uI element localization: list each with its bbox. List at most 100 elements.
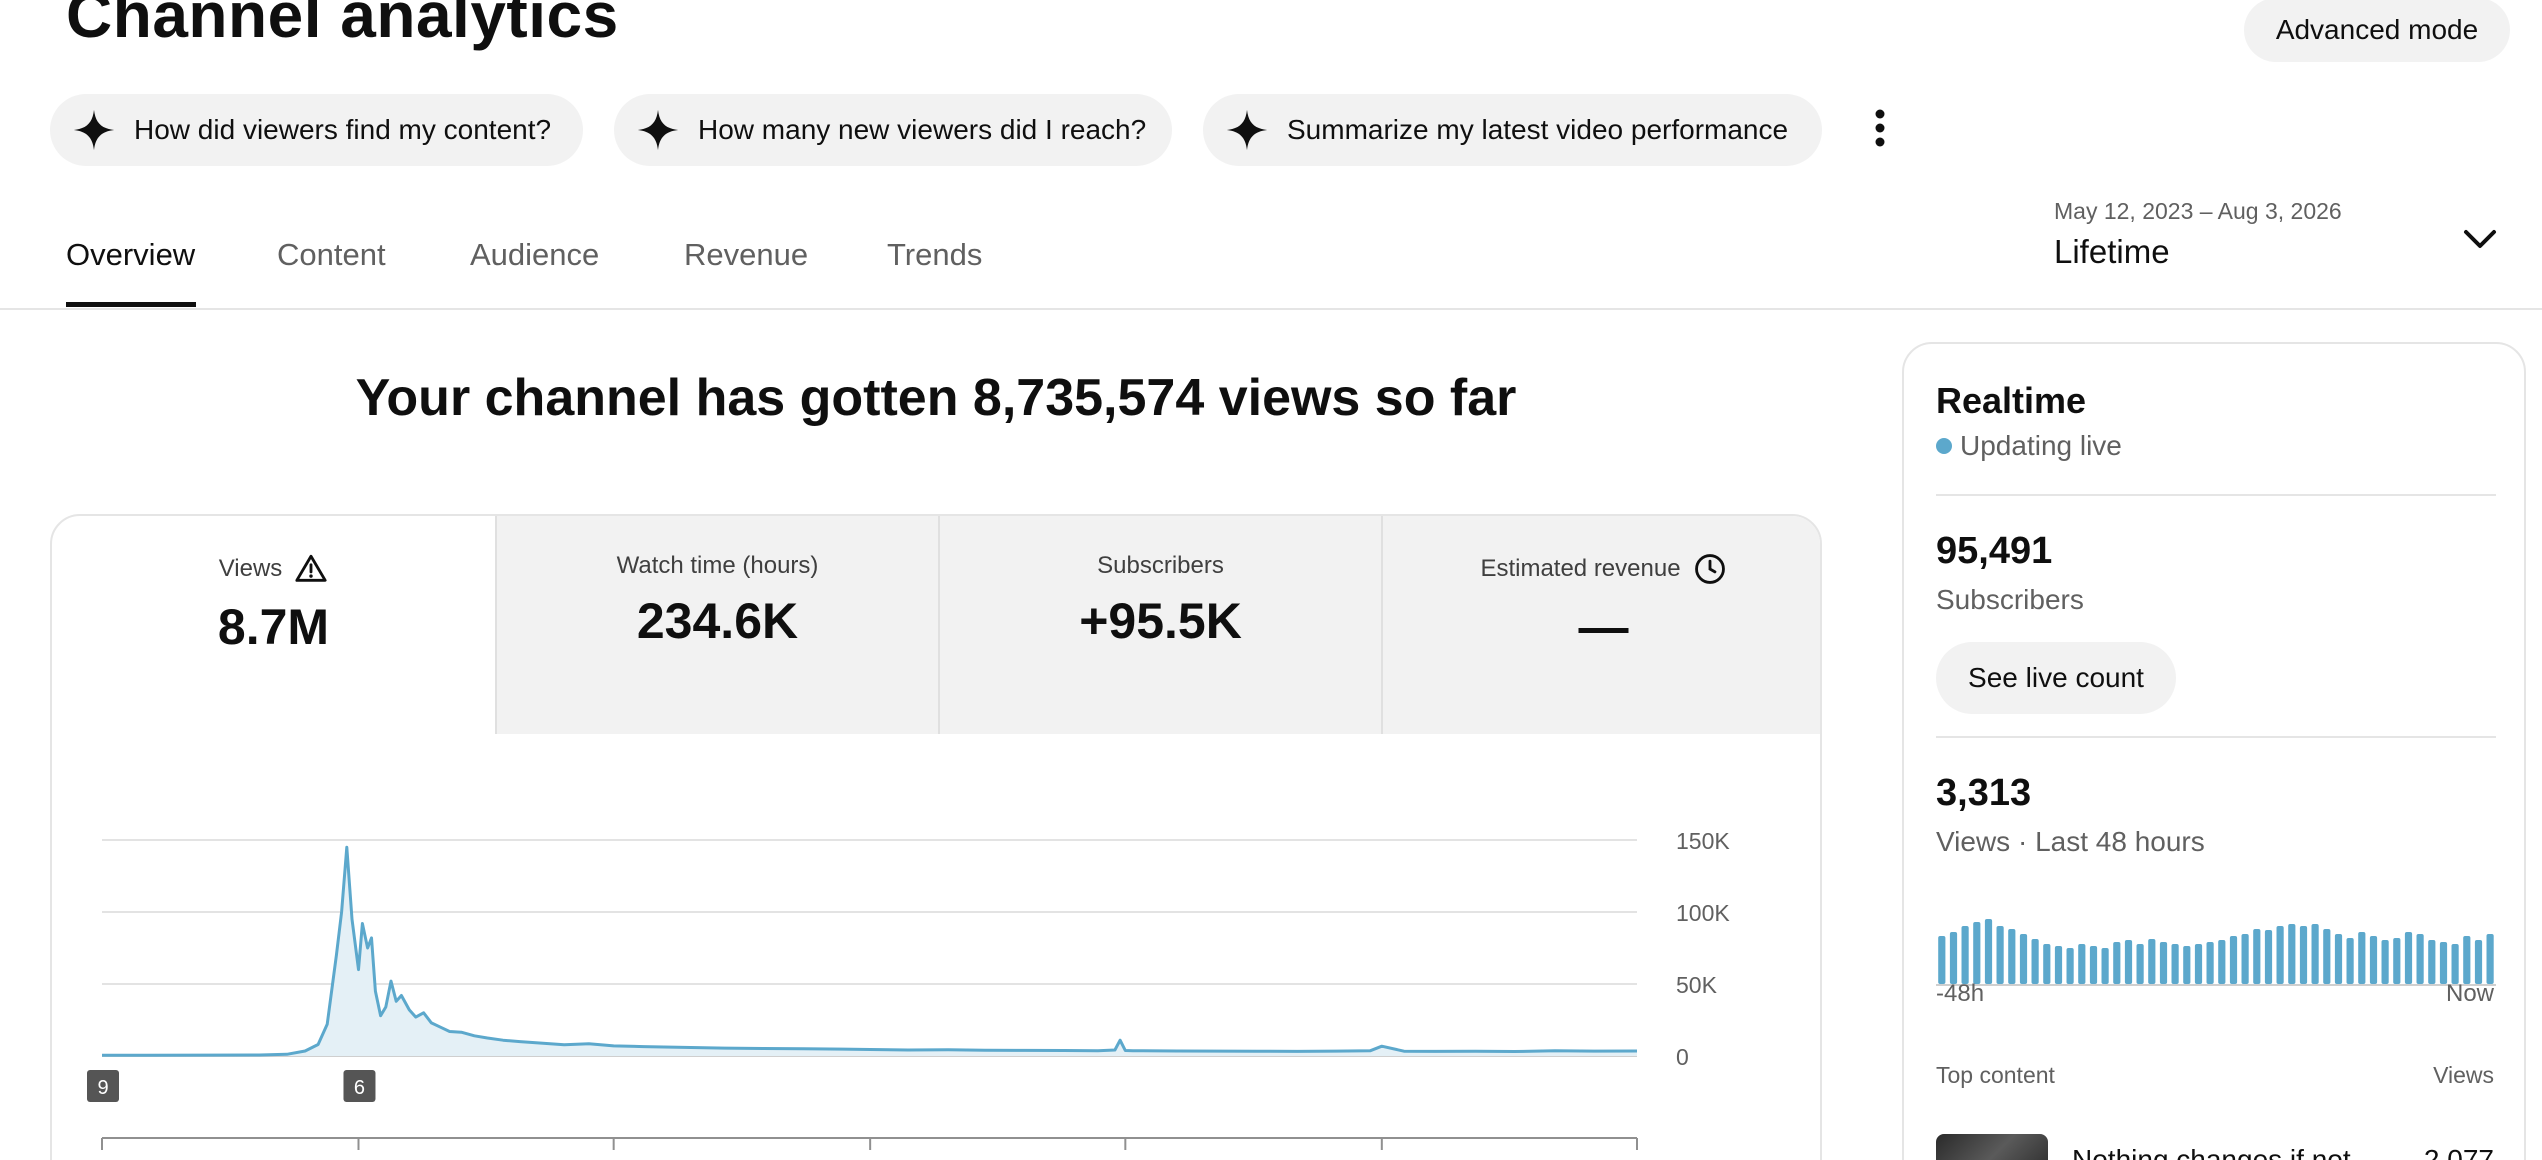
realtime-bar[interactable] [2276, 926, 2284, 984]
more-options-button[interactable] [1862, 100, 1898, 156]
top-content-views-label: Views [2433, 1062, 2494, 1088]
realtime-bar[interactable] [2288, 924, 2296, 984]
realtime-bar[interactable] [2229, 936, 2238, 984]
realtime-bar[interactable] [2101, 948, 2109, 984]
metric-tab-revenue[interactable]: Estimated revenue — [1381, 516, 1820, 734]
realtime-status: Updating live [1936, 430, 2122, 462]
realtime-axis-start: -48h [1936, 980, 1985, 1007]
video-thumbnail[interactable] [1936, 1134, 2048, 1160]
realtime-bar[interactable] [2416, 934, 2424, 984]
realtime-bar[interactable] [2148, 939, 2156, 984]
realtime-bar[interactable] [2159, 942, 2168, 984]
date-range-dates: May 12, 2023 – Aug 3, 2026 [2054, 198, 2342, 224]
chip-label: Summarize my latest video performance [1287, 114, 1789, 145]
annotation-marker[interactable]: 6 [343, 1070, 376, 1102]
realtime-status-label: Updating live [1960, 430, 2122, 461]
realtime-bar[interactable] [2474, 940, 2483, 984]
realtime-bar[interactable] [2439, 942, 2448, 984]
realtime-bar[interactable] [2299, 926, 2308, 984]
tab-revenue[interactable]: Revenue [684, 237, 808, 273]
metric-tab-views[interactable]: Views 8.7M [52, 516, 495, 734]
realtime-bar[interactable] [2451, 944, 2459, 984]
metric-value: +95.5K [1079, 593, 1242, 649]
sparkle-icon [1226, 109, 1268, 151]
realtime-bar[interactable] [2218, 940, 2226, 984]
views-chart-svg: 050K100K150KMay 12, …Nov 25, 2023Jun 8, … [87, 828, 1730, 1160]
realtime-bar[interactable] [2486, 934, 2494, 984]
realtime-bar[interactable] [1949, 932, 1958, 984]
sparkle-icon [637, 109, 679, 151]
realtime-bar[interactable] [2171, 944, 2179, 984]
top-video-views: 2,077 [2423, 1144, 2494, 1160]
y-tick-label: 0 [1676, 1044, 1689, 1070]
advanced-mode-button[interactable]: Advanced mode [2244, 0, 2510, 62]
realtime-bar[interactable] [2463, 936, 2471, 984]
divider [1936, 494, 2496, 496]
realtime-bar[interactable] [2241, 934, 2249, 984]
realtime-bar[interactable] [1984, 919, 1993, 984]
realtime-panel: Realtime Updating live 95,491 Subscriber… [1902, 342, 2526, 1160]
tab-overview[interactable]: Overview [66, 237, 195, 273]
realtime-bar[interactable] [2183, 946, 2191, 984]
sparkle-icon [73, 109, 115, 151]
metric-tab-subscribers[interactable]: Subscribers +95.5K [938, 516, 1381, 734]
suggestion-chip[interactable]: How many new viewers did I reach? [614, 94, 1172, 166]
realtime-bar[interactable] [2008, 929, 2016, 984]
annotation-label: 9 [97, 1077, 108, 1099]
realtime-bar[interactable] [2334, 934, 2343, 984]
realtime-bar[interactable] [2253, 929, 2261, 984]
y-tick-label: 50K [1676, 972, 1718, 998]
tab-content[interactable]: Content [277, 237, 386, 273]
realtime-bar[interactable] [2066, 948, 2074, 984]
realtime-bar[interactable] [2019, 934, 2028, 984]
chevron-down-icon[interactable] [2462, 226, 2498, 252]
realtime-bar[interactable] [2194, 944, 2203, 984]
realtime-bar[interactable] [2124, 940, 2133, 984]
live-dot-icon [1936, 438, 1952, 454]
realtime-bar[interactable] [2043, 944, 2051, 984]
realtime-bar[interactable] [2381, 940, 2389, 984]
realtime-bar-chart [1936, 919, 2496, 986]
realtime-bar[interactable] [2369, 936, 2378, 984]
realtime-bar[interactable] [2206, 942, 2214, 984]
realtime-bar[interactable] [2323, 929, 2331, 984]
realtime-subscribers-label: Subscribers [1936, 584, 2084, 615]
realtime-bar[interactable] [1961, 926, 1969, 984]
warning-icon[interactable] [294, 552, 328, 586]
realtime-bar[interactable] [2393, 938, 2401, 984]
active-tab-indicator [66, 302, 196, 307]
suggestion-chip[interactable]: How did viewers find my content? [50, 94, 583, 166]
more-vert-icon [1875, 109, 1885, 147]
realtime-bar[interactable] [2311, 924, 2319, 984]
page-title: Channel analytics [66, 0, 619, 51]
views-headline: Your channel has gotten 8,735,574 views … [355, 369, 1517, 427]
realtime-bar[interactable] [2264, 930, 2273, 984]
realtime-bar[interactable] [1973, 922, 1981, 984]
realtime-axis-end: Now [2445, 980, 2494, 1007]
realtime-bar[interactable] [1938, 936, 1946, 984]
realtime-bar[interactable] [2358, 932, 2366, 984]
realtime-bar[interactable] [2136, 944, 2144, 984]
top-content-label: Top content [1936, 1062, 2055, 1088]
realtime-bar[interactable] [2346, 938, 2354, 984]
metric-label: Subscribers [1097, 552, 1224, 579]
realtime-bar[interactable] [1996, 926, 2004, 984]
overview-card: Views 8.7M Watch time (hours) 234.6K Sub… [50, 514, 1822, 1160]
metric-tab-watch-time[interactable]: Watch time (hours) 234.6K [495, 516, 938, 734]
see-live-count-button[interactable]: See live count [1936, 642, 2176, 714]
tab-trends[interactable]: Trends [887, 237, 982, 273]
suggestion-chip[interactable]: Summarize my latest video performance [1203, 94, 1822, 166]
annotation-marker[interactable]: 9 [87, 1070, 119, 1102]
realtime-bar[interactable] [2031, 939, 2039, 984]
realtime-bar[interactable] [2404, 932, 2413, 984]
realtime-bar[interactable] [2113, 942, 2121, 984]
realtime-bar[interactable] [2054, 946, 2063, 984]
date-range-selector[interactable]: May 12, 2023 – Aug 3, 2026 Lifetime [2054, 198, 2342, 271]
realtime-bar[interactable] [2428, 940, 2436, 984]
metric-value: — [1578, 599, 1629, 655]
realtime-bar[interactable] [2078, 944, 2086, 984]
clock-icon[interactable] [1693, 552, 1727, 586]
realtime-bar[interactable] [2089, 946, 2098, 984]
top-video-title[interactable]: Nothing changes if not… [2072, 1144, 2379, 1160]
tab-audience[interactable]: Audience [470, 237, 599, 273]
